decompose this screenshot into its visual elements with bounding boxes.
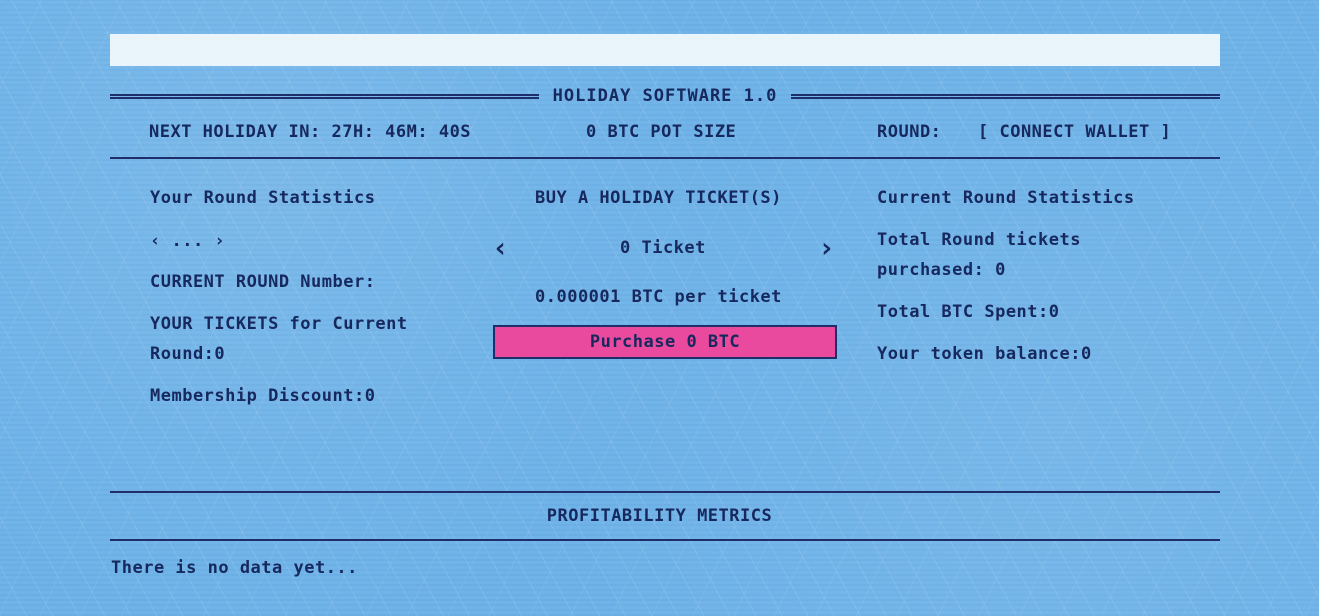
round-stats-heading: Current Round Statistics — [877, 188, 1135, 208]
your-tickets-line1: YOUR TICKETS for Current — [150, 314, 408, 334]
chevron-right-icon[interactable]: › — [818, 234, 835, 262]
app-title: HOLIDAY SOFTWARE 1.0 — [552, 86, 778, 106]
title-divider-left — [110, 93, 539, 99]
current-round-number: CURRENT ROUND Number: — [150, 272, 376, 292]
chevron-left-icon[interactable]: ‹ — [492, 234, 509, 262]
no-data-message: There is no data yet... — [111, 558, 358, 578]
profitability-heading: PROFITABILITY METRICS — [546, 506, 773, 526]
header-divider — [110, 157, 1220, 159]
round-pager[interactable]: ‹ ... › — [150, 226, 225, 256]
header-row: NEXT HOLIDAY IN: 27H: 46M: 40S 0 BTC POT… — [110, 122, 1220, 146]
price-per-ticket: 0.000001 BTC per ticket — [535, 287, 782, 307]
purchase-button[interactable]: Purchase 0 BTC — [493, 325, 837, 359]
connect-wallet-button[interactable]: [ CONNECT WALLET ] — [978, 122, 1171, 142]
total-btc-spent: Total BTC Spent:0 — [877, 302, 1060, 322]
profitability-divider-top — [110, 491, 1220, 493]
round-label: ROUND: — [877, 122, 942, 142]
ticket-count: 0 Ticket — [620, 238, 706, 258]
top-bar — [110, 34, 1220, 66]
total-tickets-line1: Total Round tickets — [877, 230, 1081, 250]
membership-discount: Membership Discount:0 — [150, 386, 376, 406]
title-divider-right — [791, 93, 1221, 99]
profitability-divider-bottom — [110, 539, 1220, 541]
countdown-timer: NEXT HOLIDAY IN: 27H: 46M: 40S — [149, 122, 472, 142]
your-tickets-line2: Round:0 — [150, 344, 226, 364]
your-stats-heading: Your Round Statistics — [150, 188, 376, 208]
token-balance: Your token balance:0 — [877, 344, 1092, 364]
total-tickets-line2: purchased: 0 — [877, 260, 1006, 280]
title-row: HOLIDAY SOFTWARE 1.0 — [110, 84, 1221, 108]
pot-size: 0 BTC POT SIZE — [586, 122, 737, 142]
buy-heading: BUY A HOLIDAY TICKET(S) — [535, 188, 782, 208]
